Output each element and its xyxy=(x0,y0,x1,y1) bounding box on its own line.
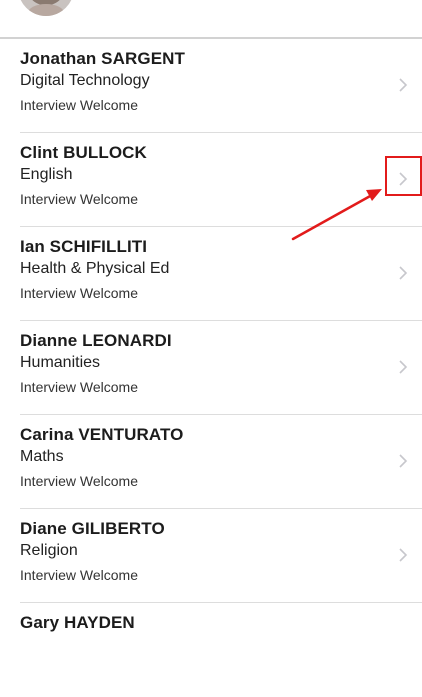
list-item[interactable]: Gary HAYDEN xyxy=(0,603,422,697)
teacher-department: Religion xyxy=(20,542,78,559)
list-item[interactable]: Diane GILIBERTO Religion Interview Welco… xyxy=(0,509,422,603)
interview-status: Interview Welcome xyxy=(20,97,139,113)
teacher-department: Health & Physical Ed xyxy=(20,260,170,277)
teacher-list: Jonathan SARGENT Digital Technology Inte… xyxy=(0,39,422,697)
interview-status: Interview Welcome xyxy=(20,285,139,301)
teacher-name: Clint BULLOCK xyxy=(20,143,147,162)
teacher-name: Gary HAYDEN xyxy=(20,613,135,632)
list-item[interactable]: Dianne LEONARDI Humanities Interview Wel… xyxy=(0,321,422,415)
interview-status: Interview Welcome xyxy=(20,567,139,583)
teacher-department: Humanities xyxy=(20,354,101,371)
list-item[interactable]: Carina VENTURATO Maths Interview Welcome xyxy=(0,415,422,509)
annotation-highlight-box xyxy=(385,156,422,196)
chevron-right-icon[interactable] xyxy=(396,264,410,282)
interview-status: Interview Welcome xyxy=(20,191,139,207)
list-item[interactable]: Clint BULLOCK English Interview Welcome xyxy=(0,133,422,227)
teacher-name: Diane GILIBERTO xyxy=(20,519,165,538)
teacher-department: English xyxy=(20,166,73,183)
teacher-name: Dianne LEONARDI xyxy=(20,331,172,350)
teacher-name: Jonathan SARGENT xyxy=(20,49,186,68)
chevron-right-icon[interactable] xyxy=(396,546,410,564)
chevron-right-icon[interactable] xyxy=(396,452,410,470)
profile-avatar xyxy=(18,0,74,16)
list-item[interactable]: Ian SCHIFILLITI Health & Physical Ed Int… xyxy=(0,227,422,321)
teacher-department: Maths xyxy=(20,448,64,465)
interview-status: Interview Welcome xyxy=(20,379,139,395)
chevron-right-icon[interactable] xyxy=(396,76,410,94)
list-item[interactable]: Jonathan SARGENT Digital Technology Inte… xyxy=(0,39,422,133)
teacher-name: Ian SCHIFILLITI xyxy=(20,237,148,256)
teacher-department: Digital Technology xyxy=(20,72,150,89)
chevron-right-icon[interactable] xyxy=(396,358,410,376)
teacher-name: Carina VENTURATO xyxy=(20,425,184,444)
interview-status: Interview Welcome xyxy=(20,473,139,489)
